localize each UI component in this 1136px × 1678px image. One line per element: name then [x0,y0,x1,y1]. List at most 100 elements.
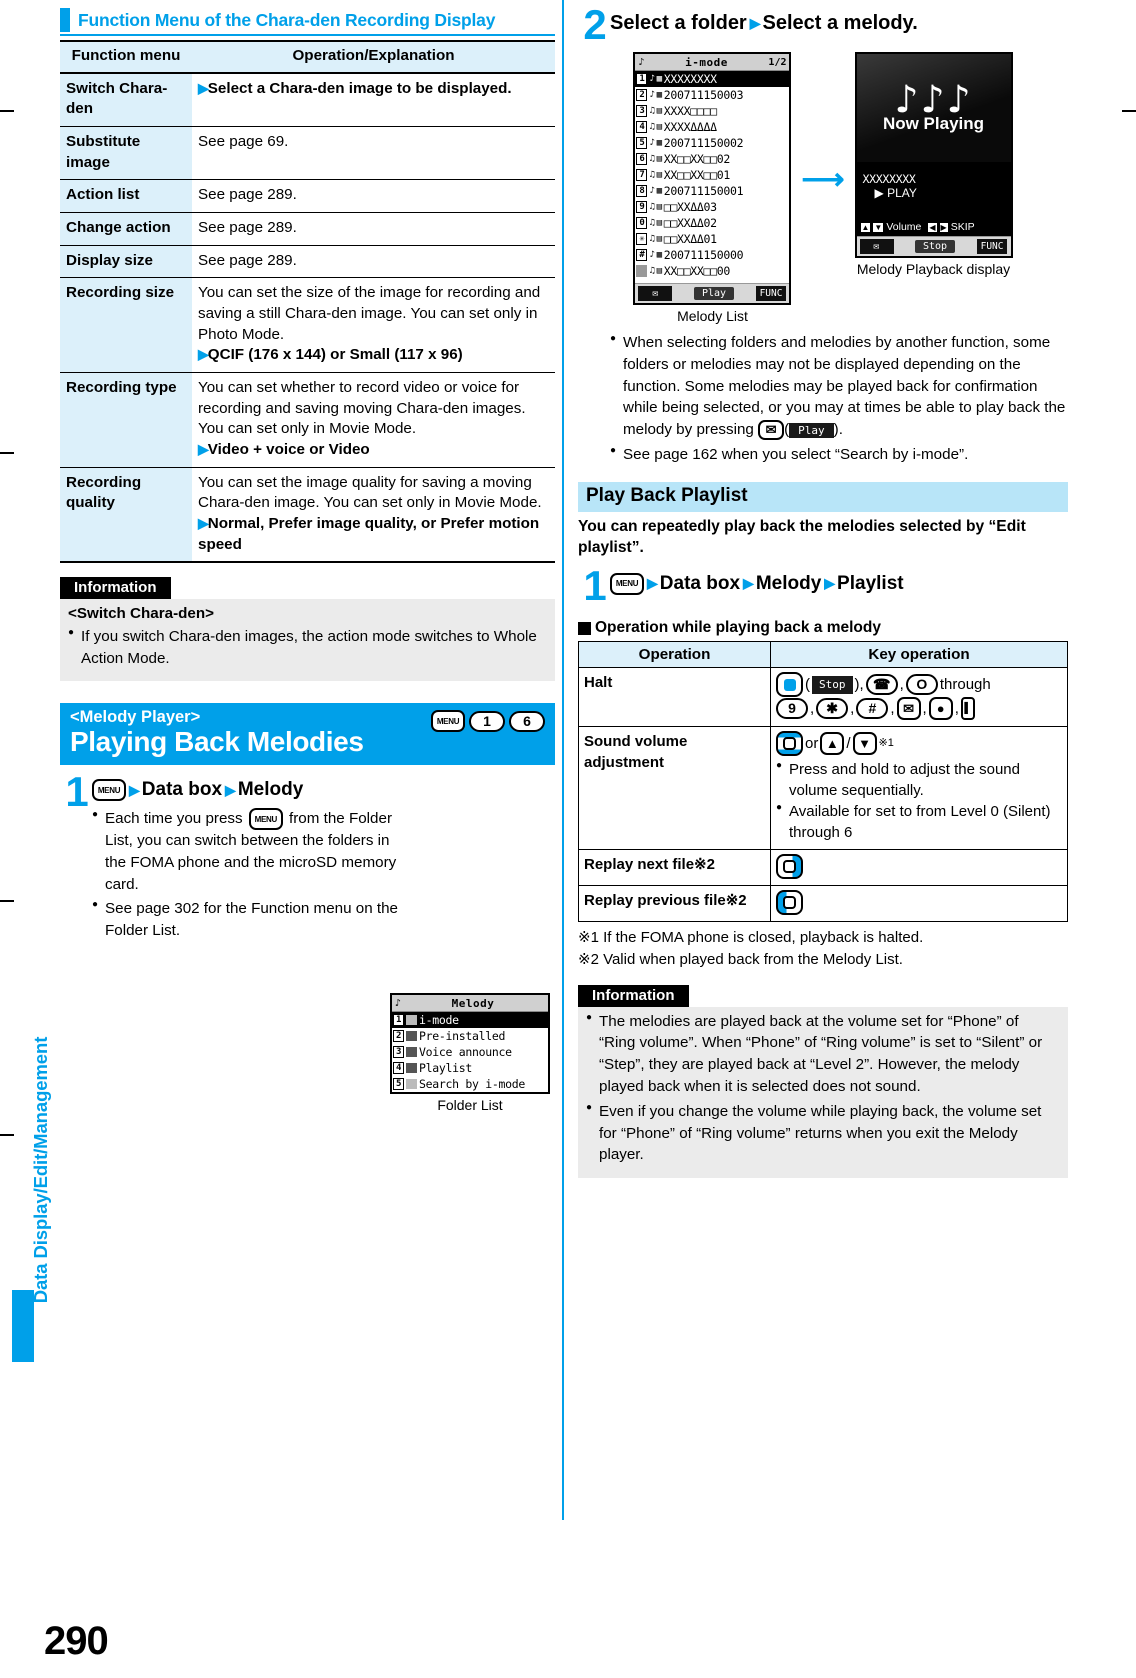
playback-figure: ♪♪♪ Now Playing XXXXXXXX ▶ PLAY ▲ ▼ Volum… [854,52,1013,278]
note-icon: ♫ [649,122,655,133]
playback-playlist-band: Play Back Playlist [578,481,1068,512]
list-item[interactable]: ✳ ♫ ▤ □□XXΔΔ01 [635,231,789,247]
operation-heading-text: Operation while playing back a melody [595,619,881,637]
crop-mark [0,1134,14,1136]
step-path: MENU ▶ Data box ▶ Melody ▶ Playlist [610,572,1068,595]
cell-explanation: See page 289. [192,212,555,246]
information-bullet: Even if you change the volume while play… [586,1101,1058,1166]
list-item[interactable]: 4 Playlist [392,1060,548,1076]
footnote-marker-1: ※1 [878,737,894,750]
softkey-func[interactable]: FUNC [976,239,1008,255]
note-icon: ♪ [649,250,655,261]
left-arrow-icon: ◀ [928,222,937,232]
melody-playback-screen: ♪♪♪ Now Playing XXXXXXXX ▶ PLAY ▲ ▼ Volum… [854,52,1013,259]
cell-explanation: See page 69. [192,126,555,181]
th-function-menu: Function menu [60,40,192,74]
list-item[interactable]: 2 ♪ ▦ 200711150003 [635,87,789,103]
step-number: 1 [583,561,606,609]
item-label: XX□□XX□□00 [663,264,731,279]
step-body: MENU ▶Data box ▶Melody Each time you pre… [92,775,555,941]
item-label: 200711150001 [663,184,744,199]
folder-icon [406,1063,417,1073]
section-heading: Function Menu of the Chara-den Recording… [60,8,555,36]
softkey-play[interactable]: Play [693,287,735,301]
cell-bold-text: Normal, Prefer image quality, or Prefer … [198,515,540,553]
list-item[interactable]: 1 i-mode [392,1012,548,1028]
cell-operation: Sound volume adjustment [578,726,771,851]
cell-keys: (Stop), ☎, Othrough 9, ✱, #, ✉, ●, ▌ [770,667,1068,728]
list-item[interactable]: 2 Pre-installed [392,1028,548,1044]
item-index: # [636,249,648,262]
list-item[interactable]: 7 ♫ ▤ XX□□XX□□01 [635,167,789,183]
step-body: Select a folder ▶ Select a melody. [610,8,1068,42]
mail-key-icon: ✉ [896,697,921,721]
list-item[interactable]: 0 ♫ ▤ □□XXΔΔ02 [635,215,789,231]
list-item[interactable]: 9 ♫ ▤ □□XXΔΔ03 [635,199,789,215]
triangle-icon: ▶ [743,575,754,592]
table-row: Substitute image See page 69. [60,126,555,181]
crop-mark [0,900,14,902]
list-item[interactable]: ♫ ▤ XX□□XX□□00 [635,263,789,279]
item-label: 200711150002 [663,136,744,151]
note-icon: ♫ [649,154,655,165]
step-body: MENU ▶ Data box ▶ Melody ▶ Playlist [610,569,1068,603]
cell-function: Change action [60,212,192,246]
down-arrow-key-icon: ▼ [852,732,877,756]
key-line-1: (Stop), ☎, Othrough [776,672,1062,698]
note-icon: ♪ [649,186,655,197]
step-bullet: See page 302 for the Function menu on th… [92,898,402,941]
cell-explanation: ▶Select a Chara-den image to be displaye… [192,72,555,128]
list-item[interactable]: 8 ♪ ▦ 200711150001 [635,183,789,199]
triangle-icon: ▶ [198,346,209,363]
num-key-6-icon: 6 [509,710,545,732]
melody-items: 1 ♪ ▦ XXXXXXXX 2 ♪ ▦ 200711150003 3 ♫ ▤ XXXX□□□□ … [635,71,790,283]
soft-key-bar: ✉ Stop FUNC [856,236,1011,257]
triangle-icon: ▶ [129,781,140,798]
softkey-stop[interactable]: Stop [915,240,956,254]
table-row: Recording size You can set the size of t… [60,277,555,374]
item-index: 5 [636,137,648,150]
crop-mark [0,110,14,112]
list-item[interactable]: 6 ♫ ▤ XX□□XX□□02 [635,151,789,167]
item-label: i-mode [419,1013,459,1027]
item-label: □□XXΔΔ02 [663,216,717,231]
item-index: 5 [393,1078,404,1090]
list-item[interactable]: 1 ♪ ▦ XXXXXXXX [635,71,790,88]
cell-function: Recording type [60,372,192,468]
mail-icon[interactable]: ✉ [638,286,673,302]
note-icon: ♪ [649,138,655,149]
melody-list-figure: ♪ i-mode 1/2 1 ♪ ▦ XXXXXXXX 2 ♪ ▦ 200711150003… [633,52,792,324]
bullet-text: See page 162 when you select “Search by … [610,444,1068,466]
cell-keys [770,885,1068,923]
key-operation-table: Operation Key operation Halt (Stop), ☎, … [578,641,1068,923]
up-arrow-icon: ▲ [860,222,871,232]
item-label: XX□□XX□□01 [663,168,731,183]
left-column: Function Menu of the Chara-den Recording… [60,8,555,1113]
file-icon: ▦ [656,90,662,101]
information-subtitle: <Switch Chara-den> [68,605,215,623]
file-icon: ▤ [656,266,662,277]
cell-explanation: See page 289. [192,179,555,214]
list-item[interactable]: 5 ♪ ▦ 200711150002 [635,135,789,151]
item-index: 9 [636,201,648,214]
item-label: Pre-installed [419,1029,506,1043]
list-item[interactable]: 3 Voice announce [392,1044,548,1060]
screen-title: i-mode [685,55,728,69]
stop-soft-label: Stop [812,676,853,694]
item-index: 3 [636,105,648,118]
softkey-func[interactable]: FUNC [755,286,787,302]
figure-caption: Melody Playback display [856,261,1011,278]
list-item[interactable]: 5 Search by i-mode [392,1076,548,1092]
down-arrow-icon: ▼ [873,222,884,232]
file-icon: ▤ [656,154,662,165]
cell-function: Switch Chara-den [60,72,192,128]
screen-title: Melody [451,996,495,1010]
mail-icon[interactable]: ✉ [859,239,894,255]
list-item[interactable]: # ♪ ▦ 200711150000 [635,247,789,263]
list-item[interactable]: 3 ♫ ▤ XXXX□□□□ [635,103,789,119]
item-index [636,265,648,278]
side-tab: Data Display/Edit/Management [0,0,51,1678]
list-item[interactable]: 4 ♫ ▤ XXXXΔΔΔΔ [635,119,789,135]
path-part: Melody [237,779,304,801]
volume-label: Volume [886,221,922,234]
